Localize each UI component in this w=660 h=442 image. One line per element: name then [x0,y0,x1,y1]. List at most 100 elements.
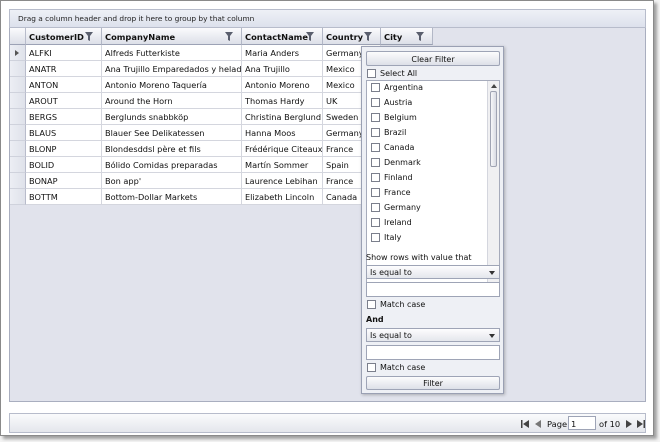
table-cell-company[interactable]: Blauer See Delikatessen [102,125,242,141]
row-indicator[interactable] [10,61,26,77]
filter-value-item[interactable]: Austria [367,96,499,111]
table-cell-contact[interactable]: Christina Berglund [242,109,323,125]
show-rows-label: Show rows with value that [366,253,472,262]
table-cell-contact[interactable]: Frédérique Citeaux [242,141,323,157]
pager: Page 1 of 10 [9,413,646,433]
column-header-customerid[interactable]: CustomerID [26,28,102,45]
checkbox-box[interactable] [371,143,380,152]
match-case-checkbox-2[interactable]: Match case [367,363,425,372]
total-pages-label: of 10 [599,419,621,429]
table-cell-company[interactable]: Berglunds snabbköp [102,109,242,125]
table-cell-contact[interactable]: Martín Sommer [242,157,323,173]
filter-value-item[interactable]: Belgium [367,111,499,126]
table-cell-company[interactable]: Alfreds Futterkiste [102,45,242,61]
table-cell-id[interactable]: BLAUS [26,125,102,141]
checkbox-box[interactable] [371,173,380,182]
group-panel[interactable]: Drag a column header and drop it here to… [9,9,646,28]
match-case-checkbox-1[interactable]: Match case [367,300,425,309]
scroll-thumb[interactable] [490,91,497,167]
filter-value-item[interactable]: Canada [367,141,499,156]
table-cell-company[interactable]: Bólido Comidas preparadas [102,157,242,173]
filter-funnel-icon[interactable] [85,32,93,41]
table-cell-contact[interactable]: Laurence Lebihan [242,173,323,189]
row-indicator[interactable] [10,173,26,189]
checkbox-box[interactable] [371,203,380,212]
filter-value-input-1[interactable] [366,282,500,297]
filter-value-item[interactable]: Ireland [367,216,499,231]
and-label: And [366,315,384,324]
row-indicator[interactable] [10,189,26,205]
filter-value-item[interactable]: Italy [367,231,499,246]
table-cell-company[interactable]: Around the Horn [102,93,242,109]
row-indicator[interactable] [10,109,26,125]
filter-value-item[interactable]: Finland [367,171,499,186]
row-indicator[interactable] [10,125,26,141]
filter-value-input-2[interactable] [366,345,500,360]
table-cell-company[interactable]: Blondesddsl père et fils [102,141,242,157]
table-cell-id[interactable]: AROUT [26,93,102,109]
filter-value-item[interactable]: Denmark [367,156,499,171]
filter-value-item[interactable]: Brazil [367,126,499,141]
filter-popup: Clear Filter Select All Argentina Austria… [361,46,504,394]
table-cell-contact[interactable]: Hanna Moos [242,125,323,141]
table-cell-id[interactable]: BERGS [26,109,102,125]
operator-select-2[interactable]: Is equal to [366,328,500,342]
filter-value-item[interactable]: Germany [367,201,499,216]
checkbox-box[interactable] [371,98,380,107]
table-cell-contact[interactable]: Antonio Moreno [242,77,323,93]
filter-funnel-icon[interactable] [306,32,314,41]
previous-page-icon[interactable] [534,420,542,428]
row-indicator[interactable] [10,141,26,157]
table-cell-company[interactable]: Bottom-Dollar Markets [102,189,242,205]
row-indicator[interactable] [10,45,26,61]
row-indicator[interactable] [10,77,26,93]
table-cell-contact[interactable]: Elizabeth Lincoln [242,189,323,205]
table-cell-contact[interactable]: Ana Trujillo [242,61,323,77]
select-all-checkbox[interactable]: Select All [367,69,417,78]
table-cell-id[interactable]: BLONP [26,141,102,157]
filter-value-item[interactable]: Argentina [367,81,499,96]
checkbox-box[interactable] [371,188,380,197]
filter-funnel-icon[interactable] [225,32,233,41]
checkbox-box[interactable] [371,83,380,92]
checkbox-box[interactable] [371,233,380,242]
scroll-up-arrow-icon[interactable] [491,84,497,88]
table-cell-id[interactable]: BONAP [26,173,102,189]
row-indicator[interactable] [10,157,26,173]
table-cell-company[interactable]: Antonio Moreno Taquería [102,77,242,93]
table-cell-id[interactable]: BOLID [26,157,102,173]
apply-filter-button[interactable]: Filter [366,376,500,390]
table-cell-company[interactable]: Ana Trujillo Emparedados y helados [102,61,242,77]
table-cell-id[interactable]: ANTON [26,77,102,93]
checkbox-box[interactable] [371,128,380,137]
table-cell-contact[interactable]: Thomas Hardy [242,93,323,109]
column-header-contactname[interactable]: ContactName [242,28,323,45]
checkbox-box[interactable] [367,69,376,78]
last-page-icon[interactable] [637,420,645,428]
checkbox-box[interactable] [371,113,380,122]
filter-value-item[interactable]: France [367,186,499,201]
table-cell-id[interactable]: ALFKI [26,45,102,61]
clear-filter-button[interactable]: Clear Filter [366,51,500,66]
grid-window: Drag a column header and drop it here to… [0,0,654,436]
filter-funnel-icon[interactable] [416,32,424,41]
table-cell-id[interactable]: ANATR [26,61,102,77]
group-panel-hint: Drag a column header and drop it here to… [18,14,255,23]
page-number-input[interactable]: 1 [568,416,596,430]
checkbox-box[interactable] [367,363,376,372]
column-header-country[interactable]: Country [323,28,381,45]
checkbox-box[interactable] [371,158,380,167]
first-page-icon[interactable] [521,420,529,428]
operator-select-1[interactable]: Is equal to [366,265,500,279]
checkbox-box[interactable] [371,218,380,227]
list-scrollbar[interactable] [487,81,499,293]
table-cell-contact[interactable]: Maria Anders [242,45,323,61]
filter-funnel-icon[interactable] [364,32,372,41]
next-page-icon[interactable] [625,420,633,428]
row-indicator[interactable] [10,93,26,109]
column-header-city[interactable]: City [381,28,433,45]
checkbox-box[interactable] [367,300,376,309]
table-cell-company[interactable]: Bon app' [102,173,242,189]
column-header-companyname[interactable]: CompanyName [102,28,242,45]
table-cell-id[interactable]: BOTTM [26,189,102,205]
